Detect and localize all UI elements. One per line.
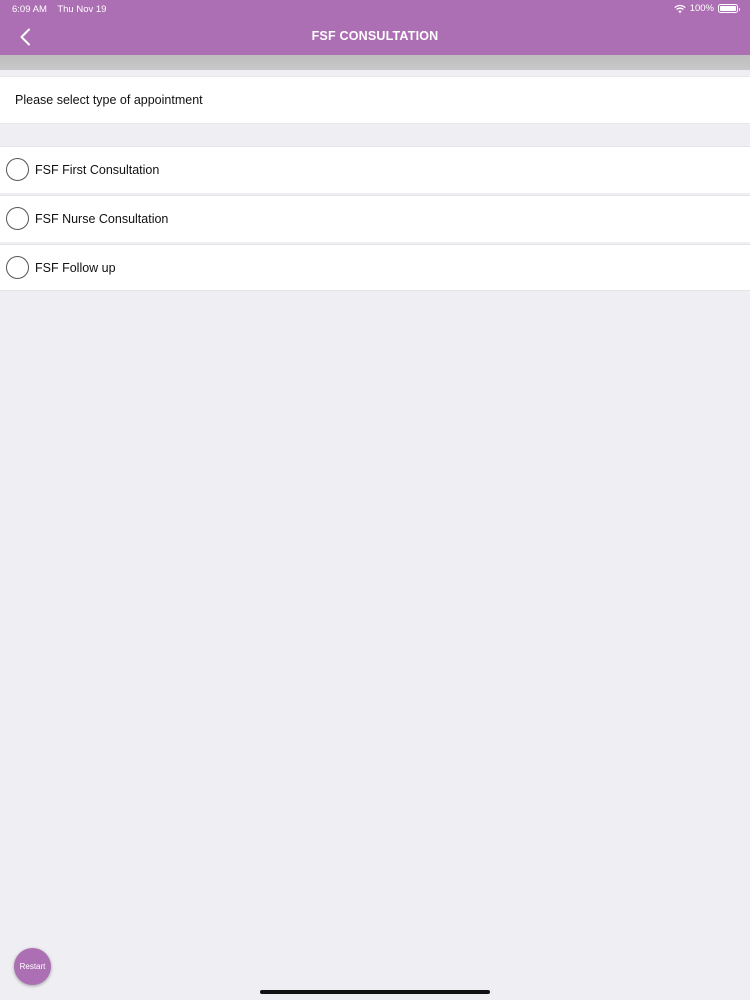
status-time: 6:09 AM — [12, 4, 47, 15]
prompt-row: Please select type of appointment — [0, 76, 750, 124]
radio-button[interactable] — [6, 207, 29, 230]
appointment-options: FSF First Consultation FSF Nurse Consult… — [0, 146, 750, 291]
battery-fill — [720, 6, 736, 11]
option-label: FSF Follow up — [35, 261, 116, 275]
option-first-consultation[interactable]: FSF First Consultation — [0, 146, 750, 193]
wifi-icon — [674, 4, 686, 13]
header-divider — [0, 55, 750, 70]
page-title: FSF CONSULTATION — [311, 29, 439, 43]
header: 6:09 AM Thu Nov 19 100% FSF CONSULTATION — [0, 0, 750, 55]
battery-icon — [718, 4, 740, 13]
status-right: 100% — [674, 3, 740, 14]
radio-button[interactable] — [6, 158, 29, 181]
prompt-text: Please select type of appointment — [15, 93, 203, 107]
radio-button[interactable] — [6, 256, 29, 279]
option-label: FSF Nurse Consultation — [35, 212, 169, 226]
battery-percent: 100% — [689, 3, 714, 14]
status-bar: 6:09 AM Thu Nov 19 100% — [0, 0, 750, 18]
nav-bar: FSF CONSULTATION — [0, 18, 750, 55]
screen: 6:09 AM Thu Nov 19 100% FSF CONSULTATION… — [0, 0, 750, 1000]
status-left: 6:09 AM Thu Nov 19 — [12, 4, 114, 15]
option-label: FSF First Consultation — [35, 163, 160, 177]
option-follow-up[interactable]: FSF Follow up — [0, 244, 750, 291]
restart-button[interactable]: Restart — [14, 948, 51, 985]
home-indicator[interactable] — [260, 990, 490, 994]
option-nurse-consultation[interactable]: FSF Nurse Consultation — [0, 195, 750, 242]
status-date: Thu Nov 19 — [57, 4, 107, 15]
